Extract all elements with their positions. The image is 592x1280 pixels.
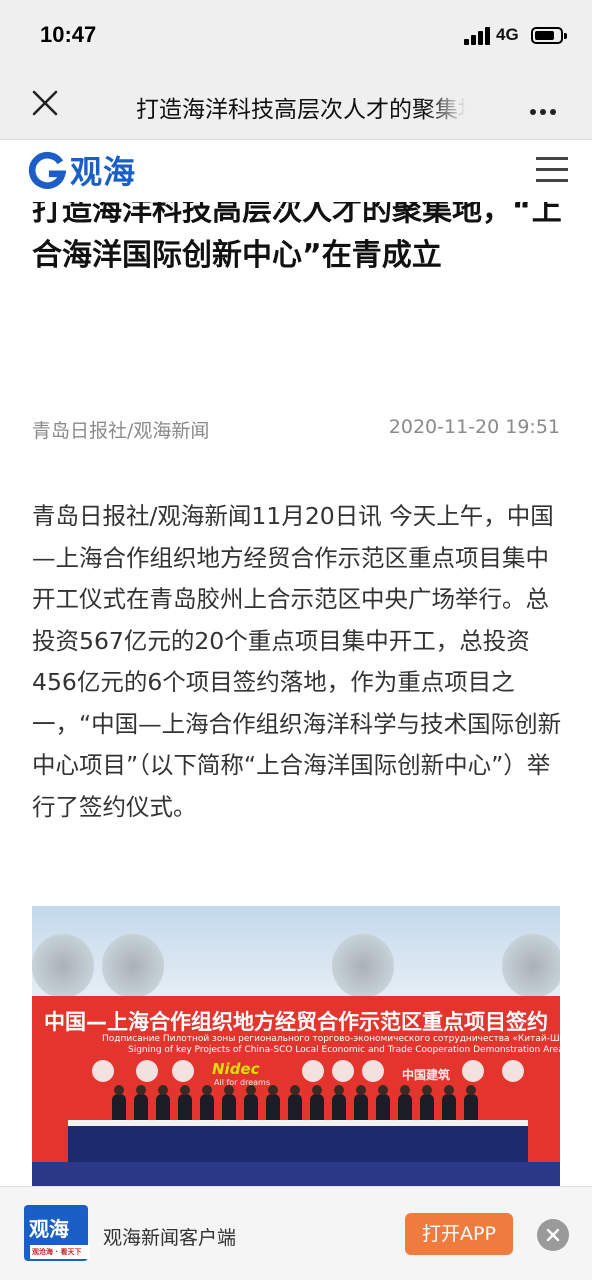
app-name: 观海新闻客户端 [103, 1227, 237, 1249]
photo-tree [32, 934, 94, 998]
more-options-button[interactable] [530, 100, 560, 119]
backdrop-russian: Подписание Пилотной зоны регионального т… [102, 1034, 560, 1044]
close-icon [32, 90, 58, 116]
network-type: 4G [496, 25, 519, 44]
logo-g-icon [28, 151, 66, 189]
sponsor-brand: Nidec [212, 1060, 260, 1078]
close-icon [546, 1228, 560, 1242]
app-icon-text: 观海 [29, 1217, 69, 1241]
signal-icon [464, 27, 492, 45]
backdrop-title: 中国—上海合作组织地方经贸合作示范区重点项目签约 [44, 1010, 548, 1034]
sponsor-logo [302, 1060, 324, 1082]
menu-button[interactable] [536, 157, 568, 183]
sponsor-logo [332, 1060, 354, 1082]
more-icon [530, 109, 536, 115]
article-body: 青岛日报社/观海新闻11月20日讯 今天上午，中国—上海合作组织地方经贸合作示范… [32, 502, 562, 821]
backdrop-english: Signing of key Projects of China-SCO Loc… [128, 1045, 560, 1055]
status-bar: 10:47 4G [0, 0, 592, 66]
stage-floor [32, 1162, 560, 1186]
nav-title: 打造海洋科技高层次人才的聚集地，“上合海洋国际创新中心”在青成立 [136, 97, 466, 123]
battery-icon [531, 27, 567, 44]
photo-tree [502, 934, 560, 998]
sponsor-logo [92, 1060, 114, 1082]
article-meta: 青岛日报社/观海新闻 2020-11-20 19:51 [32, 416, 560, 443]
sponsor-cn: 中国建筑 [402, 1068, 451, 1082]
sponsor-logos: Nidec All for dreams 中国建筑 [92, 1060, 532, 1087]
sponsor-logo [502, 1060, 524, 1082]
open-app-button[interactable]: 打开APP [405, 1213, 513, 1255]
signing-table [68, 1126, 528, 1162]
sponsor-tagline: All for dreams [214, 1078, 270, 1087]
menu-icon [536, 157, 568, 160]
close-button[interactable] [28, 86, 62, 120]
nav-bar: 打造海洋科技高层次人才的聚集地，“上合海洋国际创新中心”在青成立 [0, 66, 592, 140]
sponsor-logo [362, 1060, 384, 1082]
photo-tree [332, 934, 394, 998]
logo-text: 观海 [70, 153, 137, 191]
sponsor-logo [462, 1060, 484, 1082]
article-photo[interactable]: 中国—上海合作组织地方经贸合作示范区重点项目签约 Подписание Пило… [32, 906, 560, 1186]
site-logo[interactable]: 观海 [28, 148, 136, 192]
app-download-banner: 观海 观沧海 · 看天下 观海新闻客户端 打开APP [0, 1186, 592, 1280]
status-time: 10:47 [40, 22, 97, 47]
article-date: 2020-11-20 19:51 [388, 416, 560, 438]
photo-tree [102, 934, 164, 998]
photo-backdrop: 中国—上海合作组织地方经贸合作示范区重点项目签约 Подписание Пило… [32, 996, 560, 1186]
site-header: 观海 [0, 140, 592, 202]
sponsor-logo [172, 1060, 194, 1082]
sponsor-logo [136, 1060, 158, 1082]
close-banner-button[interactable] [537, 1219, 569, 1251]
app-icon[interactable]: 观海 观沧海 · 看天下 [24, 1205, 90, 1261]
article-source: 青岛日报社/观海新闻 [32, 420, 210, 442]
app-icon-slogan: 观沧海 · 看天下 [30, 1245, 90, 1259]
